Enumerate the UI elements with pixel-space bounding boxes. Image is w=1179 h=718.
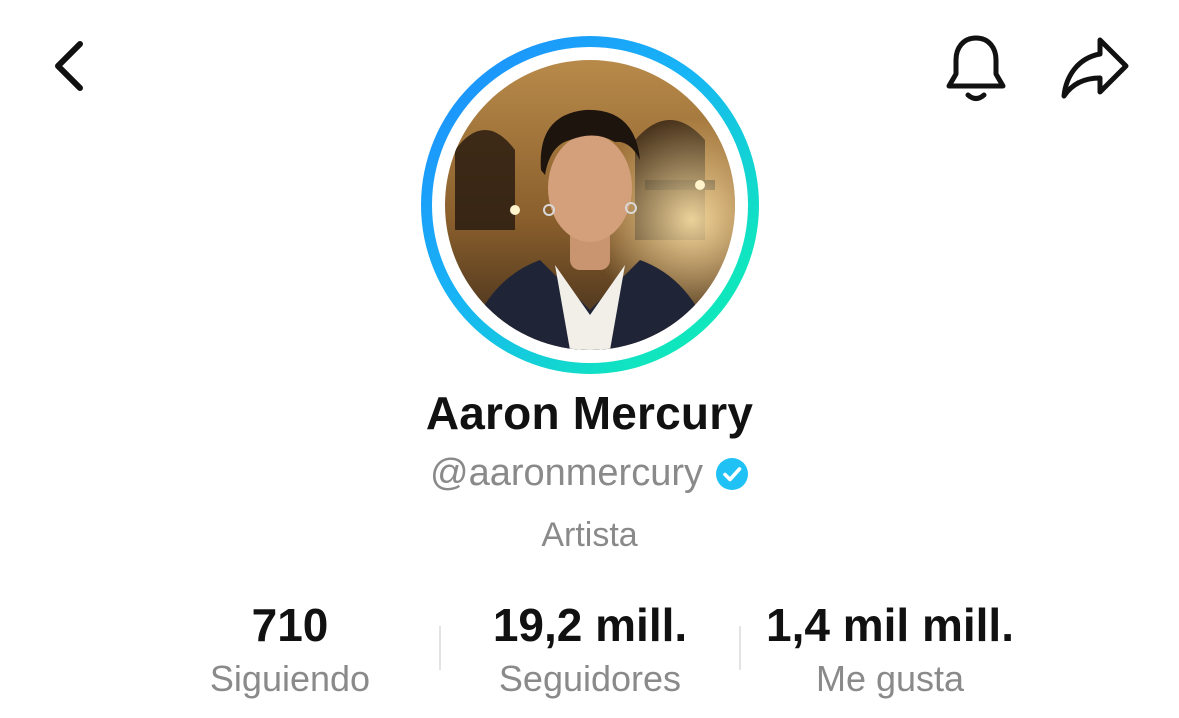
stat-value: 710 [251, 599, 329, 651]
username: @aaronmercury [430, 452, 703, 494]
display-name: Aaron Mercury [425, 387, 754, 439]
back-button[interactable] [36, 30, 100, 102]
verified-badge-icon [716, 457, 748, 490]
chevron-left-icon [55, 41, 83, 91]
stat-value: 1,4 mil mill. [766, 599, 1014, 651]
stat-label: Seguidores [498, 658, 682, 699]
share-button[interactable] [1050, 26, 1140, 110]
avatar[interactable] [445, 60, 735, 350]
stat-followers[interactable]: 19,2 mill. Seguidores [450, 598, 730, 702]
divider [439, 626, 441, 670]
category-label: Artista [541, 516, 638, 554]
stat-likes[interactable]: 1,4 mil mill. Me gusta [740, 598, 1040, 702]
stat-following[interactable]: 710 Siguiendo [180, 598, 400, 702]
stat-label: Me gusta [815, 658, 965, 699]
bell-icon [946, 35, 1006, 101]
stat-label: Siguiendo [209, 658, 371, 699]
share-arrow-icon [1061, 37, 1129, 99]
username-row: @aaronmercury [0, 452, 1179, 495]
stat-value: 19,2 mill. [492, 599, 688, 651]
notifications-button[interactable] [934, 26, 1018, 110]
profile-photo [445, 60, 735, 350]
